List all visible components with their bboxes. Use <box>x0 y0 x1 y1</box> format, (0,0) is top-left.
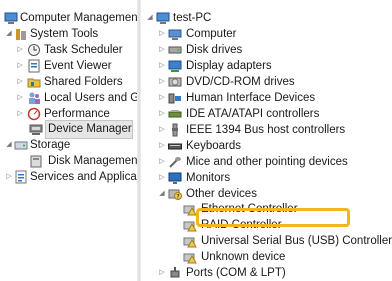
svg-text:?: ? <box>176 194 179 201</box>
tree-label: Monitors <box>186 172 231 184</box>
disk-drive-icon <box>168 43 182 57</box>
monitor-icon <box>168 171 182 185</box>
tree-label: Services and Applicat <box>30 171 137 183</box>
collapsed-arrow-icon[interactable]: ▷ <box>158 90 166 106</box>
unknown-device-warning-icon <box>183 218 197 232</box>
expanded-arrow-icon[interactable]: ◢ <box>5 137 13 153</box>
collapsed-arrow-icon[interactable]: ▷ <box>158 154 166 170</box>
ide-controller-icon <box>168 107 182 121</box>
ports-icon <box>168 266 182 280</box>
unknown-device-warning-icon <box>183 234 197 248</box>
tree-label: Event Viewer <box>44 60 112 72</box>
tree-label: Display adapters <box>186 60 272 72</box>
device-tree-pane: ◢ test-PC ▷ Computer ▷ Disk drives ▷ Dis… <box>141 0 392 281</box>
collapsed-arrow-icon[interactable]: ▷ <box>158 58 166 74</box>
computer-management-icon <box>4 11 18 25</box>
disk-icon <box>29 154 43 168</box>
tree-label: Device Manager <box>48 123 132 135</box>
unknown-device-warning-icon <box>183 250 197 264</box>
tree-label: Other devices <box>186 188 257 200</box>
tree-label: Universal Serial Bus (USB) Controller <box>201 235 392 247</box>
tools-icon <box>14 27 28 41</box>
tree-label: Local Users and Gr <box>44 92 137 104</box>
collapsed-arrow-icon[interactable]: ▷ <box>158 106 166 122</box>
collapsed-arrow-icon[interactable]: ▷ <box>158 170 166 186</box>
device-manager-icon <box>29 122 43 136</box>
clock-icon <box>27 43 41 57</box>
tree-label: Disk Management <box>48 155 137 167</box>
collapsed-arrow-icon[interactable]: ▷ <box>5 169 13 185</box>
dvd-drive-icon <box>168 75 182 89</box>
tree-label: test-PC <box>173 12 212 24</box>
collapsed-arrow-icon[interactable]: ▷ <box>16 58 24 74</box>
collapsed-arrow-icon[interactable]: ▷ <box>158 265 166 281</box>
unknown-device-warning-icon <box>183 202 197 216</box>
tree-label: Computer Management <box>20 12 137 24</box>
users-icon <box>27 91 41 105</box>
raid-controller-highlight-box <box>196 208 350 227</box>
services-icon <box>14 170 28 184</box>
tree-label: Unknown device <box>201 251 286 263</box>
expanded-arrow-icon[interactable]: ◢ <box>158 186 166 202</box>
tree-label: DVD/CD-ROM drives <box>186 76 295 88</box>
tree-label: Human Interface Devices <box>186 92 316 104</box>
tree-label: Shared Folders <box>44 76 123 88</box>
other-devices-icon: ? <box>168 187 182 201</box>
performance-icon <box>27 107 41 121</box>
collapsed-arrow-icon[interactable]: ▷ <box>158 42 166 58</box>
collapsed-arrow-icon[interactable]: ▷ <box>16 90 24 106</box>
computer-icon <box>168 27 182 41</box>
expanded-arrow-icon[interactable]: ◢ <box>5 26 13 42</box>
mouse-icon <box>168 155 182 169</box>
tree-label: IDE ATA/ATAPI controllers <box>186 108 320 120</box>
tree-label: Task Scheduler <box>44 44 123 56</box>
display-adapter-icon <box>168 59 182 73</box>
tree-label: IEEE 1394 Bus host controllers <box>186 124 346 136</box>
tree-label: System Tools <box>30 28 99 40</box>
collapsed-arrow-icon[interactable]: ▷ <box>158 138 166 154</box>
console-tree-pane: Computer Management ◢ System Tools ▷ Tas… <box>0 0 137 281</box>
hid-icon <box>168 91 182 105</box>
collapsed-arrow-icon[interactable]: ▷ <box>158 122 166 138</box>
collapsed-arrow-icon[interactable]: ▷ <box>16 106 24 122</box>
ieee1394-icon <box>168 123 182 137</box>
storage-icon <box>14 138 28 152</box>
tree-label: Mice and other pointing devices <box>186 156 348 168</box>
event-viewer-icon <box>27 59 41 73</box>
computer-icon <box>156 11 170 25</box>
tree-label: Storage <box>30 139 71 151</box>
keyboard-icon <box>168 139 182 153</box>
collapsed-arrow-icon[interactable]: ▷ <box>158 74 166 90</box>
collapsed-arrow-icon[interactable]: ▷ <box>16 42 24 58</box>
tree-label: Disk drives <box>186 44 243 56</box>
tree-label: Ports (COM & LPT) <box>186 267 286 279</box>
tree-label: Computer <box>186 28 237 40</box>
collapsed-arrow-icon[interactable]: ▷ <box>16 74 24 90</box>
tree-label: Keyboards <box>186 140 241 152</box>
expanded-arrow-icon[interactable]: ◢ <box>146 10 154 26</box>
collapsed-arrow-icon[interactable]: ▷ <box>158 26 166 42</box>
shared-folder-icon <box>27 75 41 89</box>
